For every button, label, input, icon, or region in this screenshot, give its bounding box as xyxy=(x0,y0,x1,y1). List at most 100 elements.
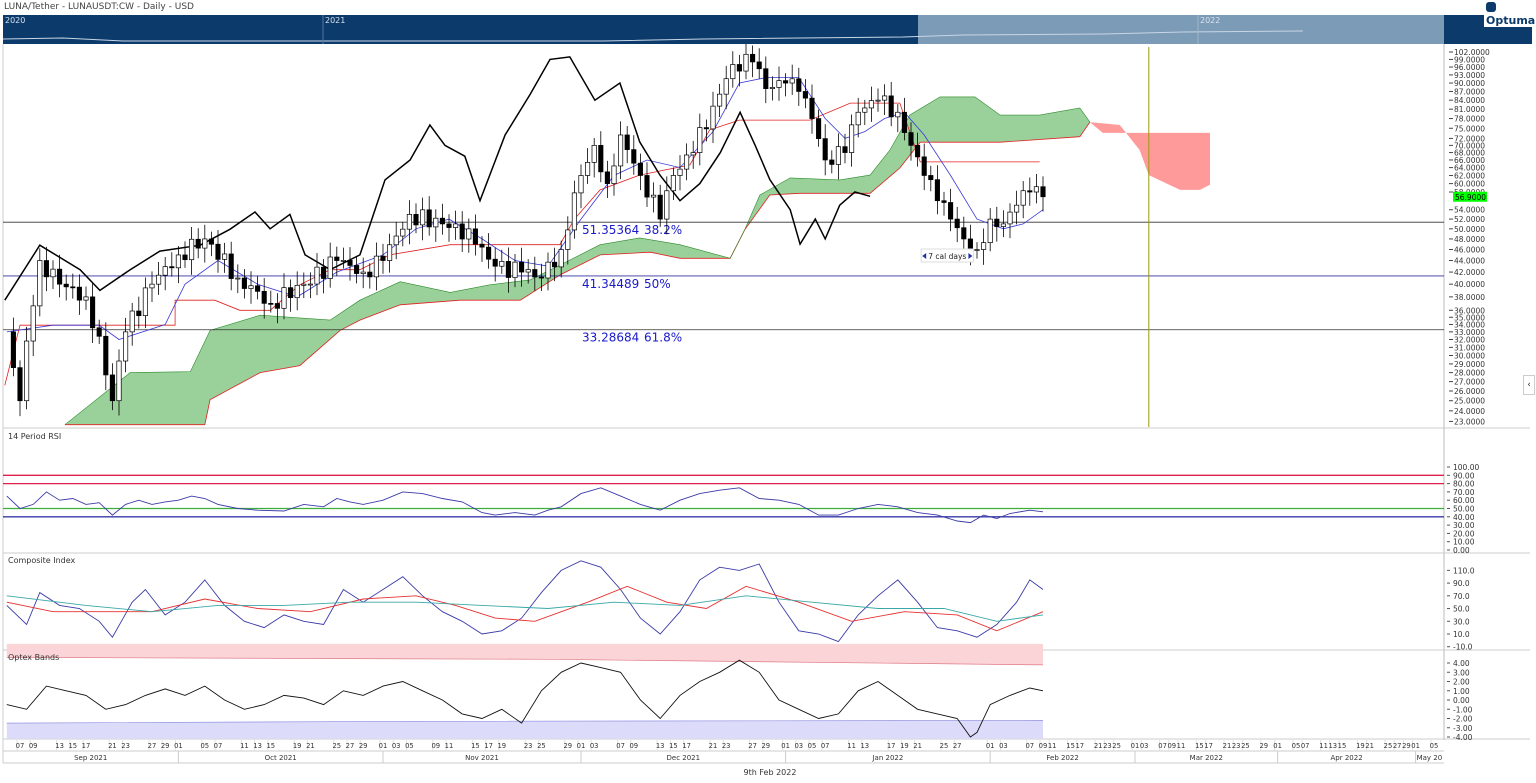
candle xyxy=(281,273,287,320)
candle xyxy=(829,150,835,174)
candle-up-body xyxy=(723,78,729,95)
composite-index-panel[interactable]: 110.0 90.0 70.0 50.0 30.0 10.0 -10.0 xyxy=(6,560,1475,652)
indicator-line-composite xyxy=(6,560,1044,643)
day-tick-label: 29 xyxy=(161,742,170,750)
candle xyxy=(981,228,987,265)
candle xyxy=(684,143,690,181)
day-tick-label: 05 xyxy=(1292,742,1301,750)
candle xyxy=(1020,181,1026,219)
candle-up-body xyxy=(868,100,874,109)
candle-up-body xyxy=(116,360,122,402)
candle xyxy=(941,191,947,216)
candle-up-body xyxy=(281,287,287,309)
candle-down-body xyxy=(532,269,538,278)
candle-up-body xyxy=(664,190,670,220)
day-tick-label: 09 xyxy=(1039,742,1048,750)
candle-up-body xyxy=(149,283,155,289)
candle-up-body xyxy=(142,287,148,317)
axis-tick-label: -3.00 xyxy=(1453,724,1473,733)
candle xyxy=(948,188,954,232)
price-tick-label: 75.0000 xyxy=(1454,124,1485,133)
candle-down-body xyxy=(57,268,63,285)
price-tick-label: 46.0000 xyxy=(1454,245,1485,254)
candle-up-body xyxy=(585,162,591,176)
candle xyxy=(802,79,808,109)
day-tick-label: 11 xyxy=(847,742,856,750)
candle xyxy=(50,260,56,290)
candle-down-body xyxy=(552,261,558,268)
candle-down-body xyxy=(519,261,525,273)
candle-up-body xyxy=(512,261,518,278)
candle xyxy=(730,51,736,88)
candle xyxy=(208,231,214,257)
price-tick-label: 44.0000 xyxy=(1454,257,1485,266)
candle xyxy=(888,81,894,127)
candle-down-body xyxy=(961,227,967,240)
day-tick-label: 03 xyxy=(590,742,599,750)
day-tick-label: 07 xyxy=(616,742,625,750)
candle-up-body xyxy=(406,214,412,230)
candle xyxy=(354,255,360,284)
rsi-panel[interactable]: 100.0090.0080.0070.0060.0050.0040.0030.0… xyxy=(3,463,1479,555)
candle-up-body xyxy=(1033,186,1039,193)
candle xyxy=(327,242,333,288)
candle-down-body xyxy=(274,303,280,309)
price-tick-label: 27.0000 xyxy=(1454,378,1485,387)
axis-tick-label: 70.0 xyxy=(1453,592,1470,601)
candle-down-body xyxy=(954,218,960,229)
axis-tick-label: -1.00 xyxy=(1453,705,1473,714)
price-tick-label: 28.0000 xyxy=(1454,369,1485,378)
candle-down-body xyxy=(915,145,921,158)
axis-tick-label: 10.0 xyxy=(1453,630,1470,639)
day-tick-label: 17 xyxy=(1075,742,1084,750)
candle-down-body xyxy=(472,228,478,245)
price-panel[interactable]: 51.35364 38.2% 41.34489 50% 33.28684 61.8% 7 c… xyxy=(3,39,1490,427)
collapse-panel-button[interactable]: ‹ xyxy=(1523,375,1535,395)
day-tick-label: 27 xyxy=(748,742,757,750)
candle xyxy=(37,248,43,317)
axis-tick-label: 0.00 xyxy=(1453,546,1470,555)
month-label: Feb 2022 xyxy=(1046,754,1078,762)
candle-down-body xyxy=(486,246,492,260)
price-tick-label: 29.0000 xyxy=(1454,360,1485,369)
candle-up-body xyxy=(189,238,195,261)
candle-up-body xyxy=(327,256,333,279)
candle-up-body xyxy=(373,255,379,278)
month-label: May 20 xyxy=(1417,754,1443,762)
candle xyxy=(387,233,393,273)
timeline-navigator[interactable]: 2020 2021 2022 xyxy=(3,15,1444,44)
candle xyxy=(934,165,940,215)
candle xyxy=(677,155,683,191)
chart-canvas[interactable]: 51.35364 38.2% 41.34489 50% 33.28684 61.8% 7 c… xyxy=(0,0,1536,783)
candle-down-body xyxy=(136,310,142,317)
candle xyxy=(446,214,452,242)
day-tick-label: 29 xyxy=(359,742,368,750)
fib-percent-label: 50% xyxy=(644,277,671,291)
chikou-span-line xyxy=(4,56,871,301)
day-tick-label: 23 xyxy=(121,742,130,750)
candle xyxy=(789,64,795,95)
candle-up-body xyxy=(24,340,30,402)
day-tick-label: 19 xyxy=(497,742,506,750)
day-tick-label: 23 xyxy=(1232,742,1241,750)
ichimoku-cloud-bearish xyxy=(1089,122,1210,190)
candle xyxy=(340,247,346,269)
candle-down-body xyxy=(1027,190,1033,193)
candle-down-body xyxy=(948,202,954,220)
candle-down-body xyxy=(538,276,544,279)
candle-down-body xyxy=(334,256,340,261)
candle xyxy=(624,126,630,164)
candle xyxy=(367,263,373,289)
day-tick-label: 03 xyxy=(999,742,1008,750)
candle-down-body xyxy=(380,255,386,261)
day-tick-label: 25 xyxy=(332,742,341,750)
candle-up-body xyxy=(974,249,980,251)
day-tick-label: 09 xyxy=(629,742,638,750)
optex-bands-panel[interactable]: 4.003.002.001.000.00-1.00-2.00-3.00-4.00 xyxy=(6,643,1473,742)
day-tick-label: 01 xyxy=(1131,742,1140,750)
candle xyxy=(604,160,610,198)
candle xyxy=(769,76,775,101)
day-tick-label: 15 xyxy=(68,742,77,750)
day-tick-label: 15 xyxy=(1338,742,1347,750)
day-tick-label: 19 xyxy=(293,742,302,750)
